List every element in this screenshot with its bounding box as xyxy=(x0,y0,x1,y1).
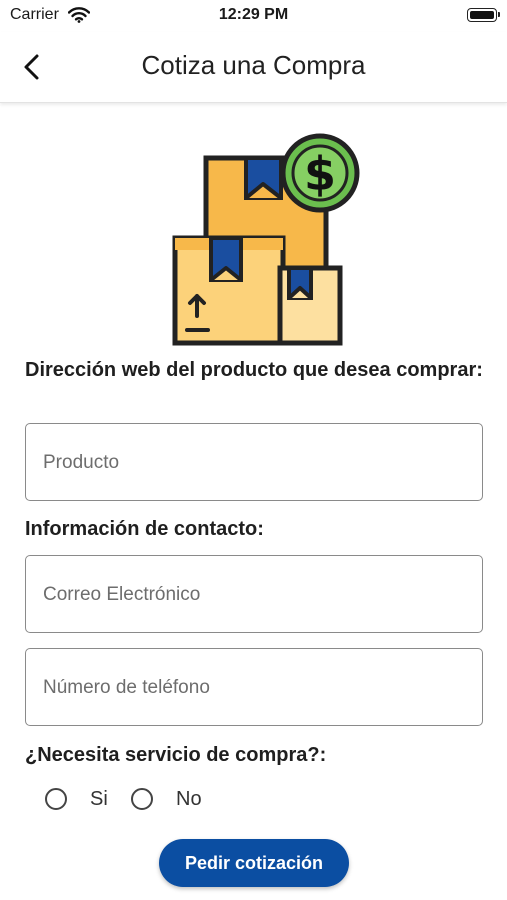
email-input[interactable] xyxy=(41,556,465,634)
product-input[interactable] xyxy=(41,424,465,502)
page-title: Cotiza una Compra xyxy=(141,50,366,80)
radio-circle-icon[interactable] xyxy=(131,788,153,810)
product-url-label: Dirección web del producto que desea com… xyxy=(25,359,483,381)
radio-circle-icon[interactable] xyxy=(45,788,67,810)
product-field[interactable] xyxy=(25,423,483,502)
phone-input[interactable] xyxy=(41,649,465,727)
status-time: 12:29 PM xyxy=(218,6,289,23)
radio-label-no: No xyxy=(176,788,202,810)
request-quote-button[interactable]: Pedir cotización xyxy=(159,839,349,887)
email-field[interactable] xyxy=(25,555,483,634)
svg-text:$: $ xyxy=(304,147,336,201)
contact-info-label: Información de contacto: xyxy=(25,518,264,540)
radio-label-si: Si xyxy=(90,788,108,810)
purchase-service-label: ¿Necesita servicio de compra?: xyxy=(25,744,327,766)
status-bar: Carrier 12:29 PM xyxy=(0,0,507,32)
navigation-bar: Cotiza una Compra xyxy=(0,32,507,103)
boxes-with-dollar-icon: $ xyxy=(170,128,365,348)
phone-field[interactable] xyxy=(25,648,483,727)
battery-icon xyxy=(467,8,500,22)
